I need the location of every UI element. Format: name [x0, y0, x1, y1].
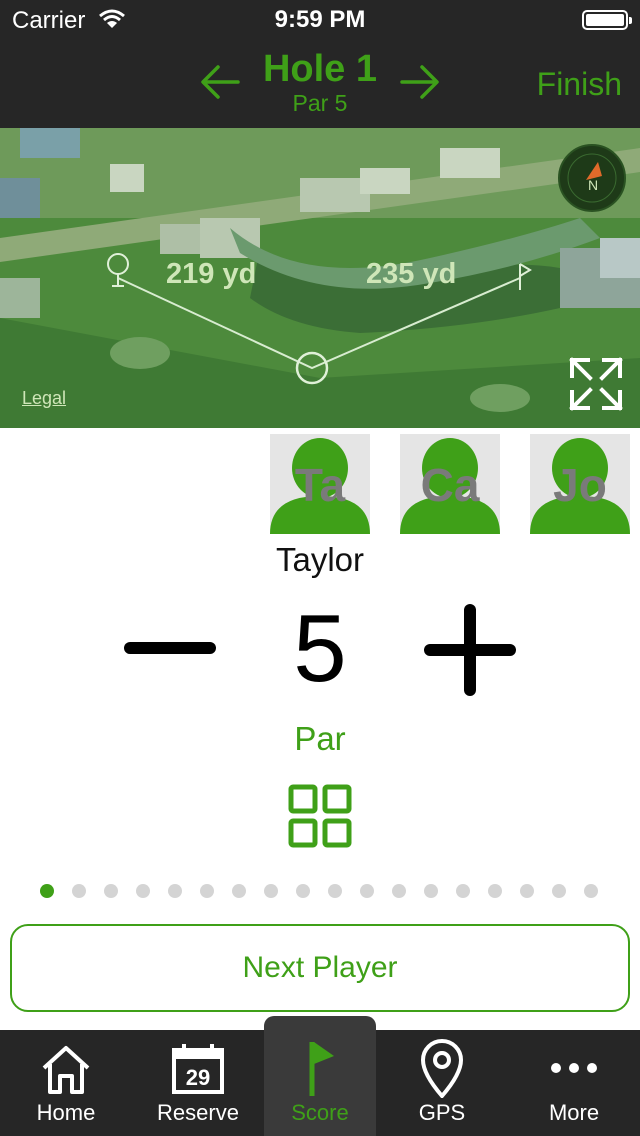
player-initials: Ta: [294, 459, 346, 511]
page-indicator[interactable]: [40, 884, 610, 898]
map-pin-icon: [420, 1039, 464, 1098]
calendar-icon: 29: [172, 1044, 224, 1094]
player-avatar-1[interactable]: Ta: [270, 434, 370, 534]
svg-text:N: N: [588, 177, 598, 193]
page-dot[interactable]: [552, 884, 566, 898]
player-avatar-2[interactable]: Ca: [400, 434, 500, 534]
tab-gps[interactable]: GPS: [376, 1030, 508, 1136]
finish-button[interactable]: Finish: [537, 66, 622, 103]
page-dot[interactable]: [296, 884, 310, 898]
next-hole-arrow-icon[interactable]: [400, 64, 440, 100]
clock: 9:59 PM: [274, 6, 366, 33]
page-dot[interactable]: [168, 884, 182, 898]
score-relation-label: Par: [294, 720, 346, 757]
status-bar: Carrier 9:59 PM: [0, 0, 640, 40]
satellite-map-image: [0, 128, 640, 428]
compass-icon[interactable]: N: [558, 144, 626, 212]
score-value: 5: [293, 595, 347, 702]
page-dot[interactable]: [456, 884, 470, 898]
page-dot[interactable]: [104, 884, 118, 898]
distance-to-green: 235 yd: [366, 258, 457, 290]
page-dot[interactable]: [360, 884, 374, 898]
page-dot[interactable]: [392, 884, 406, 898]
page-dot[interactable]: [584, 884, 598, 898]
player-initials: Ca: [420, 459, 480, 511]
page-dot[interactable]: [200, 884, 214, 898]
hole-map[interactable]: 219 yd 235 yd Legal N: [0, 128, 640, 428]
battery-icon: [582, 10, 632, 30]
decrement-score-button[interactable]: [124, 642, 216, 654]
tab-reserve[interactable]: 29 Reserve: [132, 1030, 264, 1136]
page-dot[interactable]: [520, 884, 534, 898]
tab-label: Score: [291, 1100, 349, 1125]
more-icon: [551, 1063, 597, 1073]
page-dot[interactable]: [40, 884, 54, 898]
legal-link[interactable]: Legal: [22, 388, 66, 409]
tab-more[interactable]: More: [508, 1030, 640, 1136]
tab-score[interactable]: Score: [264, 1016, 376, 1136]
player-initials: Jo: [553, 459, 607, 511]
home-icon: [42, 1046, 90, 1094]
tab-label: Reserve: [157, 1100, 239, 1125]
hole-title: Hole 1: [262, 48, 378, 90]
page-dot[interactable]: [136, 884, 150, 898]
tab-home[interactable]: Home: [0, 1030, 132, 1136]
tab-label: Home: [36, 1100, 96, 1125]
expand-map-icon[interactable]: [566, 354, 626, 414]
tab-label: GPS: [418, 1100, 466, 1125]
scorecard-grid-icon[interactable]: [288, 784, 352, 848]
page-dot[interactable]: [424, 884, 438, 898]
distance-to-target: 219 yd: [166, 258, 257, 290]
page-dot[interactable]: [488, 884, 502, 898]
flag-icon: [309, 1042, 334, 1096]
hole-par: Par 5: [292, 90, 348, 116]
calendar-day: 29: [186, 1065, 210, 1090]
page-dot[interactable]: [72, 884, 86, 898]
current-player-name: Taylor: [275, 541, 365, 578]
nav-bar: Hole 1 Par 5 Finish: [0, 40, 640, 128]
tab-label: More: [548, 1100, 600, 1125]
increment-score-button[interactable]: [424, 604, 516, 696]
page-dot[interactable]: [264, 884, 278, 898]
page-dot[interactable]: [328, 884, 342, 898]
page-dot[interactable]: [232, 884, 246, 898]
tab-bar: Home 29 Reserve Score GPS More: [0, 1016, 640, 1136]
player-avatar-3[interactable]: Jo: [530, 434, 630, 534]
next-player-button[interactable]: Next Player: [10, 924, 630, 1012]
